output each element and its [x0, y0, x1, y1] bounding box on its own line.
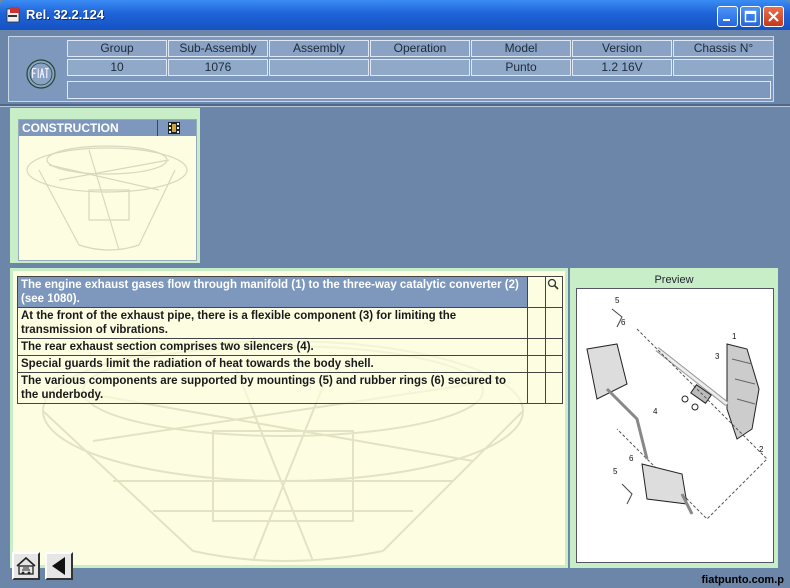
header-col-group: Group	[67, 40, 167, 57]
callout-label: 5	[613, 467, 618, 476]
header-col-assembly: Assembly	[269, 40, 369, 57]
table-row[interactable]: At the front of the exhaust pipe, there …	[16, 307, 564, 339]
close-icon	[768, 11, 779, 22]
back-button[interactable]	[45, 552, 73, 580]
construction-title: CONSTRUCTION	[19, 120, 158, 136]
title-bar[interactable]: Rel. 32.2.124	[0, 0, 790, 30]
film-icon[interactable]	[167, 121, 181, 135]
callout-label: 5	[615, 296, 620, 305]
maximize-button[interactable]	[740, 6, 761, 27]
header-col-version: Version	[572, 40, 672, 57]
table-row[interactable]: Special guards limit the radiation of he…	[16, 355, 564, 373]
header-panel: Group Sub-Assembly Assembly Operation Mo…	[8, 36, 774, 102]
header-value-operation	[370, 59, 470, 76]
preview-label: Preview	[654, 274, 694, 286]
preview-panel: Preview 5 6 1 2 3 4 5 6	[570, 268, 778, 568]
step-text: At the front of the exhaust pipe, there …	[16, 307, 529, 339]
footer-site-text: fiatpunto.com.p	[701, 574, 785, 586]
zoom-cell[interactable]	[544, 276, 564, 308]
table-row[interactable]: The rear exhaust section comprises two s…	[16, 338, 564, 356]
window-title: Rel. 32.2.124	[26, 7, 105, 22]
preview-image[interactable]: 5 6 1 2 3 4 5 6	[576, 288, 774, 563]
header-value-model: Punto	[471, 59, 571, 76]
minimize-button[interactable]	[717, 6, 738, 27]
construction-panel[interactable]: CONSTRUCTION	[10, 108, 200, 263]
close-button[interactable]	[763, 6, 784, 27]
exhaust-system-diagram: 5 6 1 2 3 4 5 6	[586, 296, 768, 520]
header-col-chassis: Chassis N°	[673, 40, 773, 57]
header-value-chassis	[673, 59, 773, 76]
minimize-icon	[723, 19, 730, 21]
step-text: The various components are supported by …	[16, 372, 529, 404]
home-button[interactable]	[12, 552, 40, 580]
header-value-assembly	[269, 59, 369, 76]
step-text: The engine exhaust gases flow through ma…	[16, 276, 529, 308]
header-value-version: 1.2 16V	[572, 59, 672, 76]
app-icon	[6, 7, 20, 23]
header-value-subassembly: 1076	[168, 59, 268, 76]
fiat-logo-icon	[26, 59, 56, 89]
header-value-group: 10	[67, 59, 167, 76]
callout-label: 2	[759, 445, 764, 454]
header-col-model: Model	[471, 40, 571, 57]
callout-label: 1	[732, 332, 737, 341]
back-arrow-icon	[52, 557, 65, 575]
construction-thumbnail[interactable]: CONSTRUCTION	[18, 119, 197, 261]
header-col-subassembly: Sub-Assembly	[168, 40, 268, 57]
window-body: Group Sub-Assembly Assembly Operation Mo…	[0, 30, 790, 588]
step-text: Special guards limit the radiation of he…	[16, 355, 529, 373]
maximize-icon	[744, 10, 757, 23]
table-row[interactable]: The various components are supported by …	[16, 372, 564, 404]
magnifier-icon[interactable]	[546, 277, 562, 293]
callout-label: 6	[629, 454, 634, 463]
separator-highlight	[0, 106, 790, 107]
exhaust-sketch-thumbnail	[26, 145, 188, 251]
header-notes-row	[67, 81, 771, 99]
callout-label: 4	[653, 407, 658, 416]
step-text: The rear exhaust section comprises two s…	[16, 338, 529, 356]
instructions-table: The engine exhaust gases flow through ma…	[16, 276, 564, 404]
header-col-operation: Operation	[370, 40, 470, 57]
home-car-icon	[16, 556, 36, 575]
table-row[interactable]: The engine exhaust gases flow through ma…	[16, 276, 564, 308]
instructions-panel: The engine exhaust gases flow through ma…	[10, 268, 568, 568]
callout-label: 6	[621, 318, 626, 327]
callout-label: 3	[715, 352, 720, 361]
